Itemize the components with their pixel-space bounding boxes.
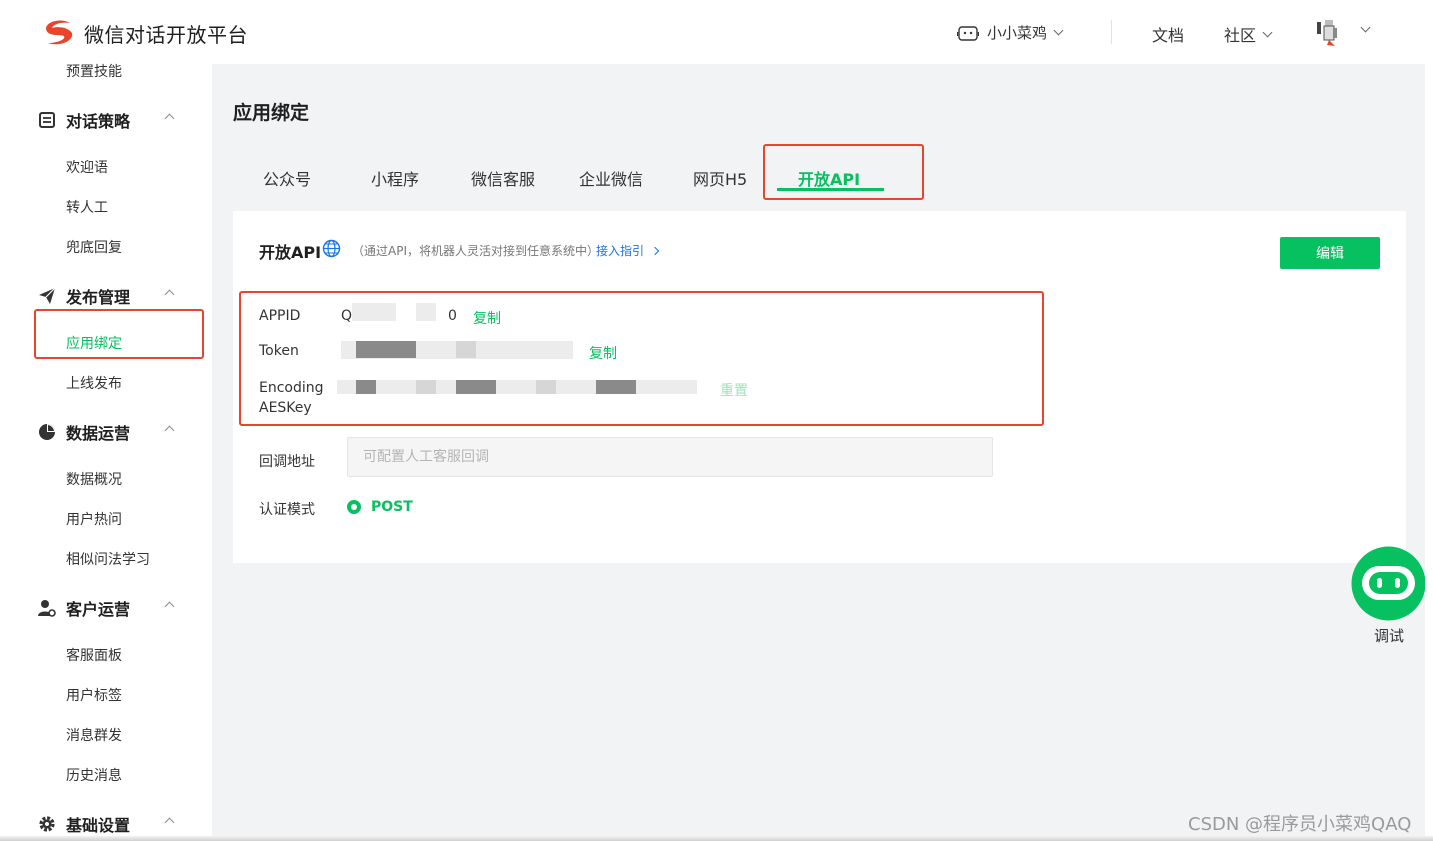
sidebar-group-publish[interactable]: 发布管理 — [38, 284, 130, 308]
auth-mode-label: 认证模式 — [259, 502, 315, 518]
docs-link[interactable]: 文档 — [1152, 22, 1184, 46]
tab-wechat-service[interactable]: 微信客服 — [471, 166, 535, 190]
sidebar-item-preset-skills[interactable]: 预置技能 — [66, 61, 122, 81]
header-divider — [1111, 20, 1112, 44]
list-icon — [39, 112, 55, 128]
sidebar-item-mass-message[interactable]: 消息群发 — [66, 725, 122, 745]
avatar[interactable] — [1313, 18, 1343, 48]
highlight-box-open-api-tab — [763, 144, 924, 200]
pie-chart-icon — [39, 424, 55, 440]
chevron-down-icon — [1053, 25, 1064, 36]
tab-mini-program[interactable]: 小程序 — [371, 166, 419, 190]
gear-icon — [39, 816, 55, 832]
sidebar-item-welcome[interactable]: 欢迎语 — [66, 157, 108, 177]
send-icon — [39, 287, 56, 304]
sidebar-item-go-live[interactable]: 上线发布 — [66, 373, 122, 393]
chevron-right-icon — [650, 246, 660, 255]
card-title: 开放API — [259, 243, 322, 262]
brand-title[interactable]: 微信对话开放平台 — [84, 19, 248, 48]
guide-link[interactable]: 接入指引 — [596, 242, 660, 259]
post-radio-label[interactable]: POST — [371, 499, 413, 515]
sidebar-item-service-panel[interactable]: 客服面板 — [66, 645, 122, 665]
robot-icon — [957, 25, 979, 41]
guide-link-label: 接入指引 — [596, 244, 645, 258]
tab-wecom[interactable]: 企业微信 — [579, 166, 643, 190]
sidebar-item-transfer-human[interactable]: 转人工 — [66, 197, 108, 217]
callback-label: 回调地址 — [259, 454, 315, 470]
tab-official-account[interactable]: 公众号 — [263, 166, 311, 190]
sidebar-group-label: 客户运营 — [66, 600, 131, 619]
logo-icon[interactable] — [42, 17, 76, 47]
top-header: 微信对话开放平台 小小菜鸡 文档 社区 — [0, 0, 1425, 64]
chevron-down-icon — [1262, 27, 1273, 37]
sidebar-item-fallback-reply[interactable]: 兜底回复 — [66, 237, 122, 257]
community-label: 社区 — [1224, 26, 1257, 45]
chevron-down-icon[interactable] — [1360, 22, 1371, 33]
edit-button[interactable]: 编辑 — [1280, 237, 1380, 269]
sidebar-group-label: 对话策略 — [66, 112, 131, 131]
highlight-box-credentials — [239, 291, 1044, 426]
bottom-edge — [0, 836, 1433, 841]
highlight-box-app-binding — [34, 309, 204, 359]
bot-switcher[interactable]: 小小菜鸡 — [957, 22, 1064, 43]
debug-robot-icon[interactable] — [1351, 546, 1426, 621]
callback-url-input[interactable] — [347, 437, 993, 477]
card-description: （通过API，将机器人灵活对接到任意系统中） — [352, 244, 599, 258]
tab-web-h5[interactable]: 网页H5 — [693, 166, 747, 190]
right-edge — [1425, 0, 1433, 841]
globe-icon — [322, 239, 341, 258]
community-menu[interactable]: 社区 — [1224, 22, 1273, 46]
sidebar-group-basic-settings[interactable]: 基础设置 — [38, 812, 130, 836]
sidebar-group-customer-ops[interactable]: 客户运营 — [38, 596, 130, 620]
sidebar-group-label: 发布管理 — [66, 288, 131, 307]
watermark: CSDN @程序员小菜鸡QAQ — [1188, 814, 1412, 835]
sidebar-group-label: 基础设置 — [66, 816, 131, 835]
page-title: 应用绑定 — [233, 102, 310, 124]
sidebar-item-hot-questions[interactable]: 用户热问 — [66, 509, 122, 529]
sidebar-group-label: 数据运营 — [66, 424, 131, 443]
sidebar-group-dialog-strategy[interactable]: 对话策略 — [38, 108, 130, 132]
sidebar-item-user-tags[interactable]: 用户标签 — [66, 685, 122, 705]
post-radio[interactable] — [347, 500, 361, 514]
bot-name: 小小菜鸡 — [987, 24, 1048, 42]
sidebar-item-similar-learning[interactable]: 相似问法学习 — [66, 549, 150, 569]
debug-label[interactable]: 调试 — [1374, 625, 1404, 646]
sidebar-item-message-history[interactable]: 历史消息 — [66, 765, 122, 785]
user-settings-icon — [38, 600, 56, 617]
sidebar-group-data-ops[interactable]: 数据运营 — [38, 420, 130, 444]
sidebar-item-data-overview[interactable]: 数据概况 — [66, 469, 122, 489]
